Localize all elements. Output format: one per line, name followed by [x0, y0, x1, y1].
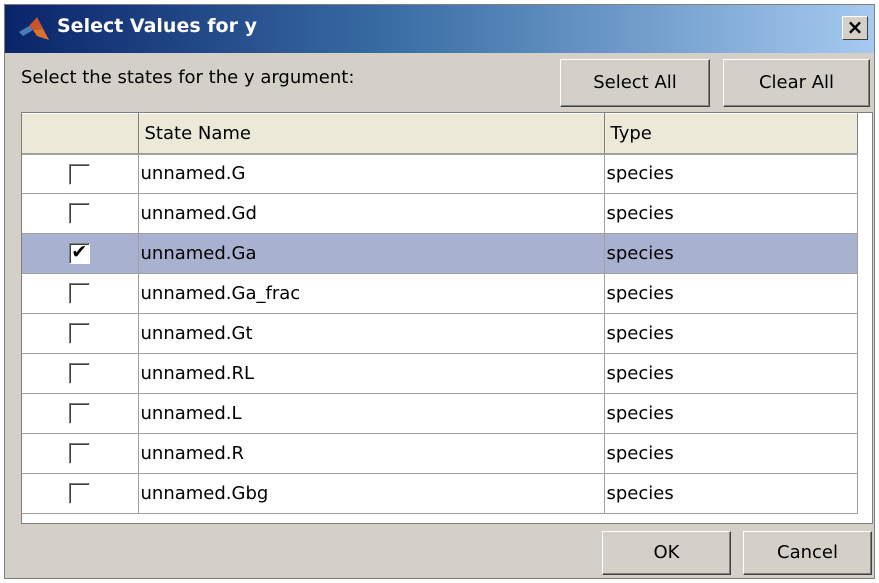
row-checkbox-cell	[22, 153, 139, 194]
row-checkbox-cell	[22, 313, 139, 354]
row-checkbox[interactable]	[69, 163, 91, 185]
type-cell[interactable]: species	[604, 473, 858, 514]
cancel-button[interactable]: Cancel	[743, 531, 872, 575]
table-header: State Name Type	[22, 113, 858, 155]
row-checkbox[interactable]	[69, 483, 91, 505]
row-checkbox-cell	[22, 473, 139, 514]
table-row[interactable]: unnamed.Ga_frac species	[22, 273, 858, 314]
state-name-cell[interactable]: unnamed.Gd	[138, 193, 605, 234]
ok-button[interactable]: OK	[602, 531, 731, 575]
row-checkbox[interactable]	[69, 323, 91, 345]
select-all-button[interactable]: Select All	[560, 59, 710, 107]
cancel-label: Cancel	[777, 542, 838, 563]
select-all-label: Select All	[593, 72, 677, 93]
state-name-cell[interactable]: unnamed.Gt	[138, 313, 605, 354]
state-name-cell[interactable]: unnamed.R	[138, 433, 605, 474]
clear-all-button[interactable]: Clear All	[723, 59, 870, 107]
type-cell[interactable]: species	[604, 393, 858, 434]
row-checkbox-cell: ✔	[22, 233, 139, 274]
instruction-label: Select the states for the y argument:	[21, 67, 355, 88]
row-checkbox[interactable]	[69, 403, 91, 425]
table-row[interactable]: unnamed.Gbg species	[22, 473, 858, 514]
type-cell[interactable]: species	[604, 433, 858, 474]
clear-all-label: Clear All	[758, 72, 835, 93]
type-cell[interactable]: species	[604, 273, 858, 314]
state-name-cell[interactable]: unnamed.RL	[138, 353, 605, 394]
close-icon: ×	[846, 15, 864, 39]
state-name-cell[interactable]: unnamed.L	[138, 393, 605, 434]
row-checkbox-cell	[22, 353, 139, 394]
column-header-check[interactable]	[22, 113, 139, 155]
check-icon: ✔	[71, 241, 88, 264]
table-row[interactable]: unnamed.Gd species	[22, 193, 858, 234]
states-table[interactable]: State Name Type unnamed.G species unnamed.…	[21, 112, 873, 524]
type-cell[interactable]: species	[604, 313, 858, 354]
state-name-cell[interactable]: unnamed.Gbg	[138, 473, 605, 514]
table-row[interactable]: unnamed.R species	[22, 433, 858, 474]
column-header-type[interactable]: Type	[604, 113, 858, 155]
row-checkbox-cell	[22, 273, 139, 314]
column-header-state-name[interactable]: State Name	[138, 113, 605, 155]
table-row[interactable]: unnamed.Gt species	[22, 313, 858, 354]
type-cell[interactable]: species	[604, 353, 858, 394]
state-name-cell[interactable]: unnamed.Ga_frac	[138, 273, 605, 314]
matlab-logo-icon	[19, 17, 49, 40]
type-cell[interactable]: species	[604, 233, 858, 274]
table-row[interactable]: unnamed.RL species	[22, 353, 858, 394]
table-row[interactable]: unnamed.G species	[22, 153, 858, 194]
select-values-dialog: Select Values for y × Select the states …	[4, 4, 875, 579]
row-checkbox-cell	[22, 193, 139, 234]
ok-label: OK	[653, 542, 680, 563]
row-checkbox[interactable]	[69, 363, 91, 385]
state-name-cell[interactable]: unnamed.G	[138, 153, 605, 194]
window-title: Select Values for y	[57, 15, 257, 37]
table-row[interactable]: unnamed.L species	[22, 393, 858, 434]
row-checkbox-cell	[22, 393, 139, 434]
table-row[interactable]: ✔ unnamed.Ga species	[22, 233, 858, 274]
close-button[interactable]: ×	[842, 16, 868, 40]
type-cell[interactable]: species	[604, 153, 858, 194]
row-checkbox[interactable]	[69, 203, 91, 225]
title-bar[interactable]: Select Values for y ×	[5, 5, 874, 53]
row-checkbox[interactable]	[69, 443, 91, 465]
state-name-cell[interactable]: unnamed.Ga	[138, 233, 605, 274]
row-checkbox[interactable]: ✔	[69, 241, 91, 265]
type-cell[interactable]: species	[604, 193, 858, 234]
row-checkbox[interactable]	[69, 283, 91, 305]
row-checkbox-cell	[22, 433, 139, 474]
